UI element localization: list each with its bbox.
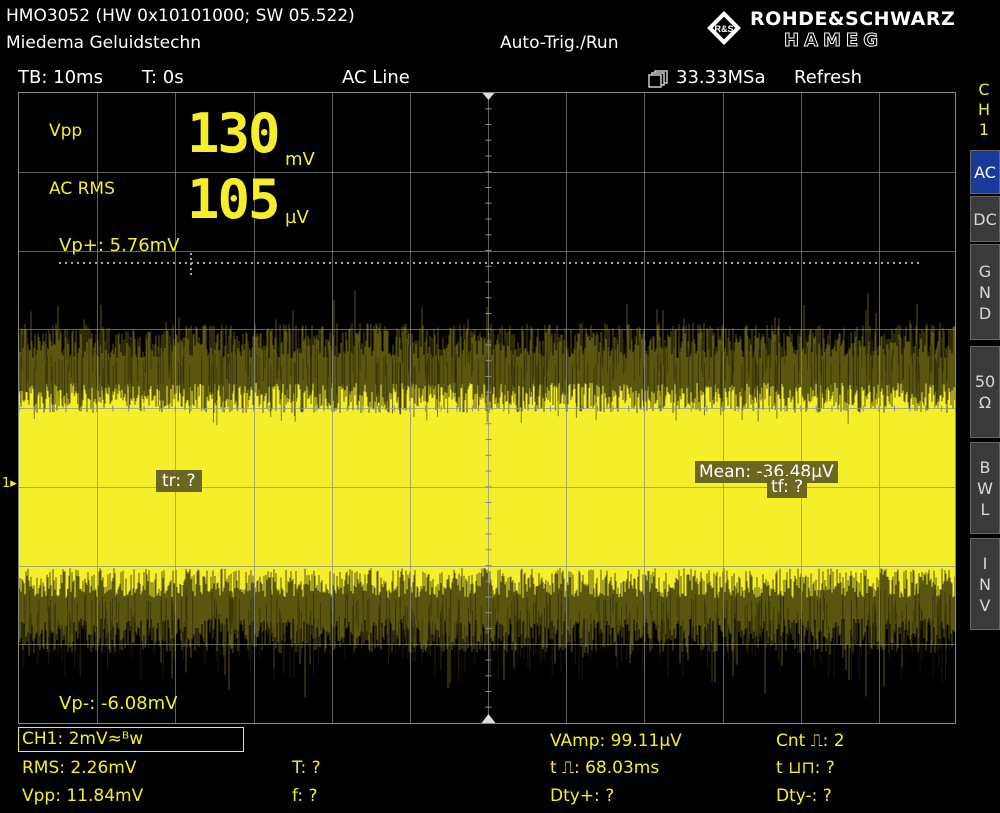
- trigger-time[interactable]: T: 0s: [142, 67, 184, 88]
- waveform-display[interactable]: Vpp 130 mV AC RMS 105 µV Vp+: 5.76mV Vp-…: [18, 92, 956, 724]
- softkey-bwl[interactable]: B W L: [970, 442, 1000, 534]
- meas-duty-plus: Dty+: ?: [550, 786, 615, 806]
- tf-label: tf: ?: [767, 476, 808, 498]
- meas-count: Cnt ⎍: 2: [776, 731, 845, 751]
- acquisition-mode[interactable]: Refresh: [794, 67, 862, 88]
- meas-duty-minus: Dty-: ?: [776, 786, 832, 806]
- memory-stack-icon: [648, 70, 670, 93]
- meas-pos-pulse-width: t ⎍: 68.03ms: [550, 758, 660, 778]
- device-info: HMO3052 (HW 0x10101000; SW 05.522): [6, 6, 355, 26]
- tr-label: tr: ?: [156, 470, 202, 492]
- waveform-svg: [19, 93, 955, 723]
- softkey-dc[interactable]: DC: [970, 196, 1000, 242]
- trigger-source[interactable]: AC Line: [342, 67, 410, 88]
- softkey-inv[interactable]: I N V: [970, 538, 1000, 630]
- timebase[interactable]: TB: 10ms: [18, 67, 103, 88]
- meas-period: T: ?: [292, 758, 321, 778]
- softkey-label: B: [979, 457, 991, 477]
- softkey-channel-label: C H 1: [968, 80, 1000, 140]
- user-name: Miedema Geluidstechn: [6, 33, 202, 53]
- ch-letter: C: [978, 80, 990, 99]
- arrow-right-icon: ▸: [10, 476, 17, 491]
- softkey-label: N: [979, 574, 991, 594]
- measurement-panel: CH1: 2mV≈ᴮw RMS: 2.26mV Vpp: 11.84mV T: …: [0, 726, 1000, 813]
- softkey-label: DC: [973, 209, 997, 229]
- brand-line1: ROHDE&SCHWARZ: [750, 8, 956, 30]
- softkey-label: L: [980, 499, 990, 519]
- softkey-50-ohm[interactable]: 50 Ω: [970, 346, 1000, 438]
- sample-rate: 33.33MSa: [676, 67, 766, 88]
- brand-logo: R&S ROHDE&SCHWARZ HAMEG: [706, 8, 996, 52]
- softkey-label: 50: [974, 372, 996, 391]
- softkey-gnd[interactable]: G N D: [970, 244, 1000, 340]
- channel-setting-box[interactable]: CH1: 2mV≈ᴮw: [18, 727, 244, 752]
- meas-unit-acrms: µV: [285, 207, 309, 228]
- meas-label-acrms: AC RMS: [49, 179, 115, 199]
- meas-vpp: Vpp: 11.84mV: [22, 786, 144, 806]
- cursor-vp-minus: Vp-: -6.08mV: [59, 693, 178, 714]
- meas-frequency: f: ?: [292, 786, 318, 806]
- noise-trace: [19, 291, 955, 698]
- softkey-label: G: [978, 261, 992, 281]
- trigger-pos-bottom-icon: [481, 714, 496, 723]
- meas-vamp: VAmp: 99.11µV: [550, 731, 682, 751]
- meas-rms: RMS: 2.26mV: [22, 758, 137, 778]
- trigger-mode: Auto-Trig./Run: [500, 33, 619, 53]
- meas-neg-pulse-width: t ⊔⊓: ?: [776, 758, 835, 778]
- softkey-label: Ω: [978, 393, 992, 412]
- softkey-label: I: [982, 553, 988, 573]
- svg-text:R&S: R&S: [714, 24, 733, 34]
- softkey-ac[interactable]: AC: [970, 150, 1000, 194]
- softkey-label: W: [977, 478, 993, 498]
- meas-value-vpp: 130: [187, 102, 281, 165]
- rs-diamond-logo-icon: R&S: [707, 11, 741, 45]
- softkey-label: V: [979, 595, 991, 615]
- softkey-label: N: [979, 282, 991, 302]
- ch1-ground-marker[interactable]: 1▸: [2, 476, 17, 491]
- meas-label-vpp: Vpp: [49, 121, 83, 141]
- meas-unit-vpp: mV: [285, 149, 315, 170]
- meas-value-acrms: 105: [187, 168, 281, 231]
- softkey-label: AC: [974, 162, 996, 182]
- ch-letter: H: [977, 100, 991, 119]
- ch-letter: 1: [978, 120, 990, 139]
- brand-line2: HAMEG: [784, 30, 883, 52]
- trigger-pos-top-icon: [482, 93, 495, 100]
- softkey-label: D: [978, 303, 992, 323]
- status-bar: TB: 10ms T: 0s AC Line 33.33MSa Refresh: [0, 64, 965, 92]
- cursor-vp-plus: Vp+: 5.76mV: [59, 235, 180, 256]
